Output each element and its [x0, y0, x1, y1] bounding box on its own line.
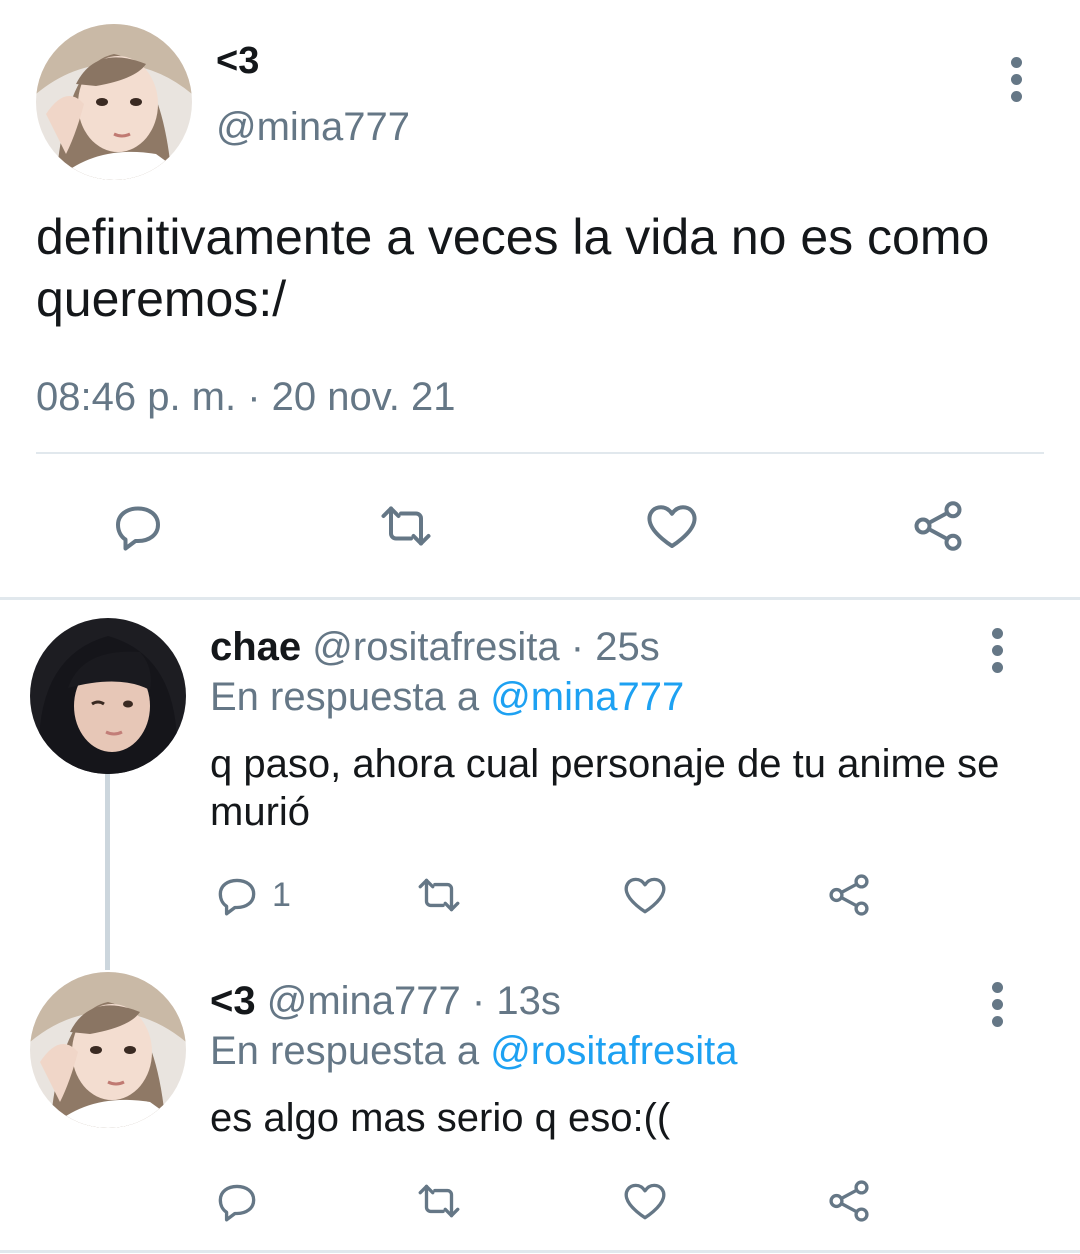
reply-context-mention[interactable]: @mina777 — [490, 675, 684, 719]
reply-avatar[interactable] — [30, 972, 186, 1128]
divider — [0, 597, 1080, 600]
like-icon[interactable] — [620, 1176, 670, 1226]
reply-display-name[interactable]: chae — [210, 625, 301, 669]
reply-text: q paso, ahora cual personaje de tu anime… — [210, 742, 1000, 834]
main-tweet-text: definitivamente a veces la vida no es co… — [36, 209, 990, 327]
share-icon[interactable] — [908, 496, 968, 556]
retweet-icon[interactable] — [414, 1176, 464, 1226]
divider — [0, 1250, 1080, 1253]
reply-icon[interactable]: 1 — [212, 870, 291, 920]
retweet-icon[interactable] — [376, 496, 436, 556]
reply-time: · 25s — [570, 625, 660, 669]
reply-icon[interactable] — [212, 1176, 262, 1226]
main-tweet-more-options-icon[interactable] — [1011, 57, 1023, 108]
reply-context: En respuesta a @mina777 — [210, 672, 684, 722]
reply-context: En respuesta a @rositafresita — [210, 1026, 738, 1076]
like-icon[interactable] — [620, 870, 670, 920]
reply-count: 1 — [272, 875, 291, 914]
reply-more-options-icon[interactable] — [992, 628, 1004, 679]
share-icon[interactable] — [824, 870, 874, 920]
reply-handle[interactable]: @rositafresita — [312, 625, 559, 669]
reply-handle[interactable]: @mina777 — [267, 979, 461, 1023]
reply-context-prefix: En respuesta a — [210, 675, 480, 719]
reply-text: es algo mas serio q eso:(( — [210, 1096, 671, 1140]
reply-icon[interactable] — [108, 496, 168, 556]
reply-avatar[interactable] — [30, 618, 186, 774]
retweet-icon[interactable] — [414, 870, 464, 920]
reply-context-mention[interactable]: @rositafresita — [490, 1029, 737, 1073]
divider — [36, 452, 1044, 454]
main-tweet-avatar[interactable] — [36, 24, 192, 180]
thread-connector-line — [105, 774, 110, 970]
like-icon[interactable] — [642, 496, 702, 556]
reply-context-prefix: En respuesta a — [210, 1029, 480, 1073]
main-tweet-timestamp: 08:46 p. m. · 20 nov. 21 — [36, 375, 456, 419]
main-tweet-handle[interactable]: @mina777 — [216, 102, 410, 152]
main-tweet-display-name[interactable]: <3 — [216, 38, 259, 84]
share-icon[interactable] — [824, 1176, 874, 1226]
reply-time: · 13s — [471, 979, 561, 1023]
reply-more-options-icon[interactable] — [992, 982, 1004, 1033]
reply-header: <3 @mina777 · 13s — [210, 976, 561, 1026]
reply-header: chae @rositafresita · 25s — [210, 622, 660, 672]
reply-display-name[interactable]: <3 — [210, 979, 256, 1023]
